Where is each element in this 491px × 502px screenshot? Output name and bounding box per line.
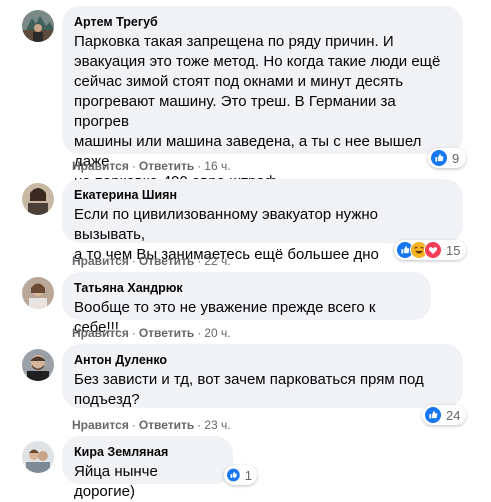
- comment-timestamp[interactable]: 23 ч.: [204, 418, 230, 432]
- avatar[interactable]: [22, 441, 54, 473]
- avatar[interactable]: [22, 183, 54, 215]
- like-icon: [430, 149, 448, 167]
- like-icon: [226, 466, 241, 484]
- like-icon: [424, 406, 442, 424]
- reply-button[interactable]: Ответить: [139, 326, 194, 340]
- reaction-summary[interactable]: 15: [394, 240, 466, 260]
- avatar[interactable]: [22, 349, 54, 381]
- comment-author[interactable]: Кира Земляная: [74, 444, 221, 460]
- comment-actions: Нравится · Ответить · 16 ч.: [72, 158, 231, 174]
- comment-bubble: Кира Земляная Яйца нынче дорогие): [62, 436, 233, 500]
- comment-author[interactable]: Антон Дуленко: [74, 352, 451, 368]
- like-button[interactable]: Нравится: [72, 418, 129, 432]
- comment-timestamp[interactable]: 22 ч.: [204, 254, 230, 268]
- avatar[interactable]: [22, 277, 54, 309]
- comment-bubble: Артем Трегуб Парковка такая запрещена по…: [62, 6, 463, 190]
- separator-dot: ·: [131, 254, 136, 268]
- comment-author[interactable]: Екатерина Шиян: [74, 187, 451, 203]
- comment-author[interactable]: Артем Трегуб: [74, 14, 451, 30]
- separator-dot: ·: [197, 418, 202, 432]
- reaction-count: 15: [446, 242, 461, 258]
- like-button[interactable]: Нравится: [72, 159, 129, 173]
- like-button[interactable]: Нравится: [72, 254, 129, 268]
- separator-dot: ·: [197, 159, 202, 173]
- reaction-summary[interactable]: 9: [428, 148, 466, 168]
- avatar[interactable]: [22, 10, 54, 42]
- reaction-summary[interactable]: 1: [224, 465, 257, 485]
- comment-text: Без зависти и тд, вот зачем парковаться …: [74, 371, 424, 408]
- separator-dot: ·: [131, 159, 136, 173]
- comment-actions: Нравится · Ответить · 22 ч.: [72, 253, 231, 269]
- reaction-count: 24: [446, 407, 461, 423]
- separator-dot: ·: [197, 326, 202, 340]
- separator-dot: ·: [131, 326, 136, 340]
- reply-button[interactable]: Ответить: [139, 254, 194, 268]
- comment-timestamp[interactable]: 20 ч.: [204, 326, 230, 340]
- reaction-count: 1: [244, 467, 252, 483]
- comment-actions: Нравится · Ответить · 23 ч.: [72, 417, 231, 433]
- comment-bubble: Татьяна Хандрюк Вообще то это не уважени…: [62, 272, 431, 336]
- like-button[interactable]: Нравится: [72, 326, 129, 340]
- comment-actions: Нравится · Ответить · 20 ч.: [72, 325, 231, 341]
- comment-text: Яйца нынче дорогие): [74, 463, 158, 500]
- separator-dot: ·: [197, 254, 202, 268]
- separator-dot: ·: [131, 418, 136, 432]
- love-icon: [424, 241, 442, 259]
- comment-timestamp[interactable]: 16 ч.: [204, 159, 230, 173]
- comment-bubble: Антон Дуленко Без зависти и тд, вот заче…: [62, 344, 463, 408]
- reply-button[interactable]: Ответить: [139, 159, 194, 173]
- comment-author[interactable]: Татьяна Хандрюк: [74, 280, 419, 296]
- reaction-summary[interactable]: 24: [422, 405, 466, 425]
- comment-bubble: Екатерина Шиян Если по цивилизованному э…: [62, 179, 463, 263]
- reaction-count: 9: [452, 150, 460, 166]
- reply-button[interactable]: Ответить: [139, 418, 194, 432]
